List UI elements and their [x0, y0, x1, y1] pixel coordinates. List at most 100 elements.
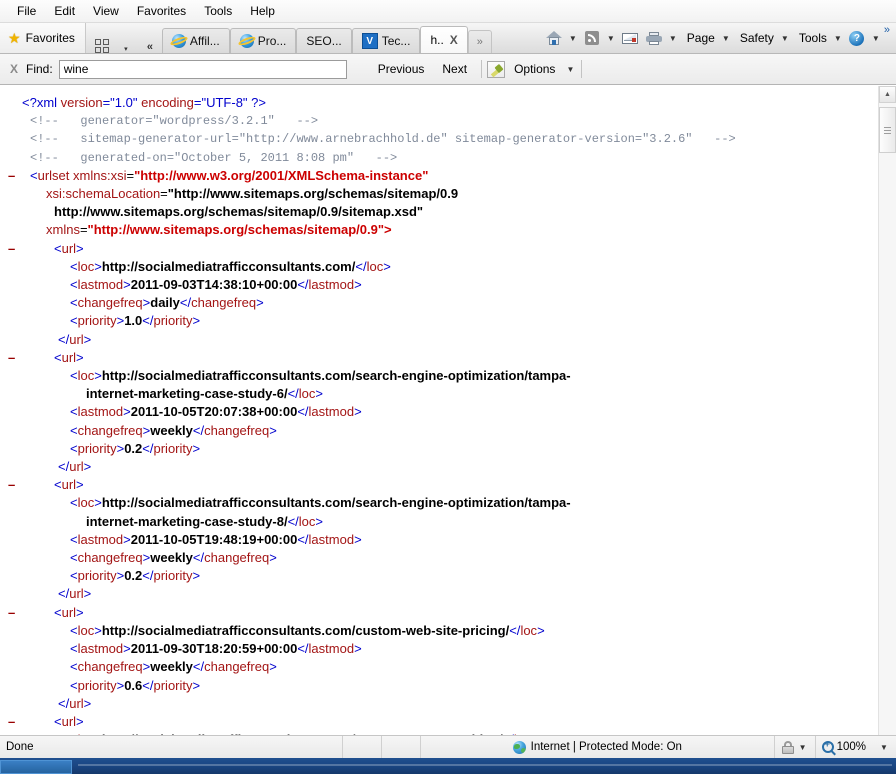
highlighter-icon[interactable]	[487, 60, 506, 78]
collapse-toggle-icon[interactable]: –	[8, 604, 15, 622]
xml-node-url[interactable]: – <url>	[8, 604, 878, 622]
browser-tab-affil[interactable]: Affil...	[161, 28, 230, 53]
xml-declaration: <?xml version="1.0" encoding="UTF-8" ?>	[22, 95, 266, 110]
security-icon	[781, 740, 795, 754]
menu-item-tools[interactable]: Tools	[195, 2, 241, 20]
chevron-down-icon: ▾	[124, 46, 128, 53]
security-caret-icon[interactable]: ▼	[797, 743, 809, 752]
xml-node-url[interactable]: – <url>	[8, 476, 878, 494]
find-previous-button[interactable]: Previous	[369, 62, 434, 76]
tools-menu-button[interactable]: Tools	[793, 31, 830, 45]
xml-node-loc-cont: internet-marketing-case-study-6/</loc>	[86, 386, 323, 402]
print-caret-icon[interactable]: ▼	[667, 34, 679, 43]
ie-favicon	[239, 34, 254, 48]
vertical-scrollbar[interactable]: ▲	[878, 86, 896, 735]
taskbar-item[interactable]	[0, 760, 72, 774]
tab-label: h..	[430, 33, 444, 47]
xml-node-priority: <priority>1.0</priority>	[70, 313, 201, 329]
command-buttons: ▼ ▼ ▼ Page ▼ Safety ▼ Tools ▼ ? ▼ »	[543, 23, 896, 53]
page-caret-icon[interactable]: ▼	[720, 34, 732, 43]
internet-globe-icon	[512, 740, 526, 754]
security-zone[interactable]: Internet | Protected Mode: On	[421, 736, 774, 758]
find-input[interactable]	[58, 59, 347, 79]
scroll-thumb[interactable]	[879, 107, 896, 153]
xml-node-url[interactable]: – <url>	[8, 349, 878, 367]
help-caret-icon[interactable]: ▼	[870, 34, 882, 43]
find-options-button[interactable]: Options	[505, 62, 564, 76]
browser-tab-seo[interactable]: SEO...	[296, 28, 352, 53]
collapse-toggle-icon[interactable]: –	[8, 713, 15, 731]
xml-node-changefreq: <changefreq>weekly</changefreq>	[70, 550, 277, 566]
xml-node-urlset[interactable]: – <urlset xmlns:xsi="http://www.w3.org/20…	[8, 167, 878, 185]
feeds-button[interactable]	[581, 27, 603, 49]
close-icon[interactable]: X	[450, 33, 458, 47]
quick-tabs-button[interactable]	[90, 39, 114, 53]
menu-item-edit[interactable]: Edit	[45, 2, 84, 20]
zoom-caret-icon[interactable]: ▼	[878, 743, 890, 752]
xml-attr-line: http://www.sitemaps.org/schemas/sitemap/…	[54, 204, 424, 220]
v-favicon: V	[361, 33, 378, 49]
xml-comment: <!-- sitemap-generator-url="http://www.a…	[30, 132, 736, 147]
browser-tab-pro[interactable]: Pro...	[229, 28, 297, 53]
printer-icon	[645, 31, 662, 45]
quick-tabs-icon	[94, 39, 109, 53]
security-settings-button[interactable]: ▼	[775, 736, 815, 758]
xml-node-lastmod: <lastmod>2011-10-05T20:07:38+00:00</last…	[70, 404, 362, 420]
collapse-toggle-icon[interactable]: –	[8, 349, 15, 367]
find-label: Find:	[26, 62, 53, 76]
xml-node-loc: <loc>http://socialmediatrafficconsultant…	[70, 368, 571, 384]
browser-tab-active[interactable]: h.. X	[420, 26, 468, 53]
xml-node-changefreq: <changefreq>weekly</changefreq>	[70, 659, 277, 675]
xml-node-lastmod: <lastmod>2011-09-03T14:38:10+00:00</last…	[70, 277, 362, 293]
tools-caret-icon[interactable]: ▼	[832, 34, 844, 43]
rss-icon	[584, 31, 599, 45]
find-next-button[interactable]: Next	[433, 62, 476, 76]
browser-tab-tec[interactable]: V Tec...	[351, 28, 421, 53]
xml-document[interactable]: <?xml version="1.0" encoding="UTF-8" ?> <…	[0, 86, 878, 735]
collapse-tabs-button[interactable]: «	[138, 41, 162, 53]
feeds-caret-icon[interactable]: ▼	[605, 34, 617, 43]
home-button[interactable]	[543, 27, 565, 49]
xml-node-lastmod: <lastmod>2011-10-05T19:48:19+00:00</last…	[70, 531, 362, 547]
status-text: Done	[6, 741, 34, 753]
safety-menu-button[interactable]: Safety	[734, 31, 777, 45]
scroll-up-button[interactable]: ▲	[879, 86, 896, 103]
xml-node-url[interactable]: – <url>	[8, 240, 878, 258]
menu-item-file[interactable]: File	[8, 2, 45, 20]
tab-list-button[interactable]: ▾	[114, 45, 138, 53]
star-icon: ★	[8, 29, 21, 46]
xml-node-url[interactable]: – <url>	[8, 713, 878, 731]
status-spacer-1	[343, 736, 381, 758]
menu-item-favorites[interactable]: Favorites	[128, 2, 195, 20]
favorites-label: Favorites	[25, 31, 75, 45]
collapse-toggle-icon[interactable]: –	[8, 476, 15, 494]
find-options-caret-icon[interactable]: ▼	[564, 65, 576, 74]
tab-label: Pro...	[257, 34, 287, 48]
help-button[interactable]: ?	[846, 27, 868, 49]
xml-node-lastmod: <lastmod>2011-09-30T18:20:59+00:00</last…	[70, 641, 362, 657]
zoom-control[interactable]: 100% ▼	[816, 736, 896, 758]
mail-button[interactable]	[619, 27, 641, 49]
taskbar-divider	[78, 764, 892, 766]
home-icon	[545, 31, 562, 45]
toolbar-overflow-icon[interactable]: »	[884, 23, 890, 36]
collapse-toggle-icon[interactable]: –	[8, 240, 15, 258]
page-menu-button[interactable]: Page	[681, 31, 718, 45]
close-find-bar-icon[interactable]: X	[10, 62, 26, 76]
double-chevron-right-icon: »	[476, 36, 483, 48]
home-caret-icon[interactable]: ▼	[567, 34, 579, 43]
tab-overflow-button[interactable]: »	[467, 30, 492, 53]
collapse-toggle-icon[interactable]: –	[8, 167, 15, 185]
xml-node-loc: <loc>http://socialmediatrafficconsultant…	[70, 258, 391, 274]
safety-caret-icon[interactable]: ▼	[779, 34, 791, 43]
print-button[interactable]	[643, 27, 665, 49]
xml-node-loc: <loc>http://socialmediatrafficconsultant…	[22, 731, 878, 735]
favorites-button[interactable]: ★ Favorites	[0, 23, 86, 53]
xml-comment: <!-- generated-on="October 5, 2011 8:08 …	[30, 150, 398, 165]
tab-strip: ▾ « Affil... Pro... SEO... V Tec... h.. …	[86, 23, 492, 53]
zoom-level-label: 100%	[836, 741, 866, 753]
security-zone-label: Internet | Protected Mode: On	[530, 741, 682, 753]
menu-item-help[interactable]: Help	[241, 2, 284, 20]
scroll-track[interactable]	[879, 103, 896, 735]
menu-item-view[interactable]: View	[84, 2, 128, 20]
